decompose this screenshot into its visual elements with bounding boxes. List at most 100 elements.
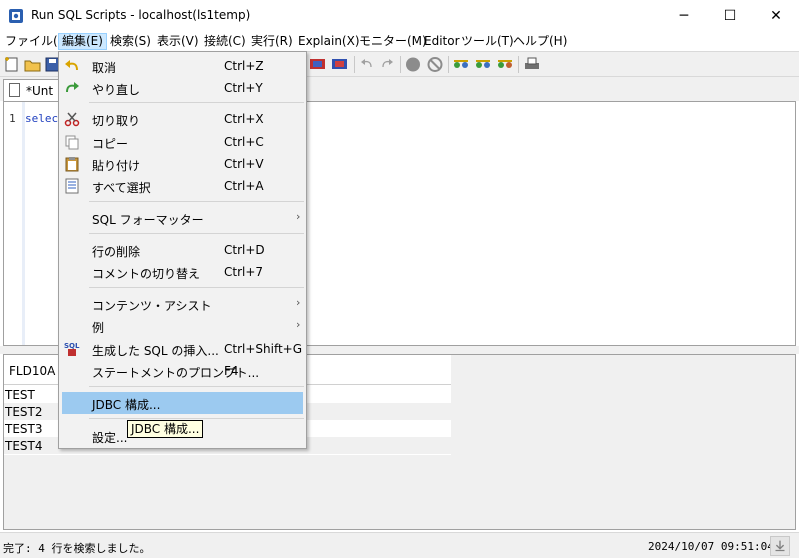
menu-view[interactable]: 表示(V) (154, 33, 202, 50)
minimize-button[interactable]: ─ (661, 0, 707, 32)
menu-item-label: 生成した SQL の挿入... (92, 344, 219, 358)
menu-item-cut[interactable]: 切り取り Ctrl+X (59, 108, 306, 130)
menu-item-copy[interactable]: コピー Ctrl+C (59, 131, 306, 153)
menu-item-label: 例 (92, 321, 105, 335)
explain-icon[interactable] (309, 56, 327, 73)
menu-item-shortcut: Ctrl+C (224, 135, 264, 149)
menu-item-toggle-comment[interactable]: コメントの切り替え Ctrl+7 (59, 261, 306, 283)
column-header-label: FLD10A (9, 364, 56, 378)
menu-item-shortcut: Ctrl+A (224, 179, 264, 193)
menu-item-label: コンテンツ・アシスト (92, 299, 212, 313)
menu-item-examples[interactable]: 例 › (59, 315, 306, 337)
app-icon (9, 9, 23, 23)
menu-item-shortcut: Ctrl+Shift+G (224, 342, 303, 356)
paste-icon (65, 157, 79, 172)
menu-item-shortcut: Ctrl+D (224, 243, 265, 257)
menu-monitor[interactable]: モニター(M) (356, 33, 430, 50)
close-button[interactable]: ✕ (753, 0, 799, 32)
menu-item-label: すべて選択 (92, 181, 151, 195)
code-margin (22, 102, 25, 345)
table-cell: TEST3 (5, 422, 43, 436)
menu-item-insert-generated-sql[interactable]: SQL 生成した SQL の挿入... Ctrl+Shift+G (59, 338, 306, 360)
open-folder-icon[interactable] (24, 56, 42, 73)
menu-explain[interactable]: Explain(X) (295, 33, 363, 50)
menu-tools[interactable]: ツール(T) (458, 33, 517, 50)
menu-item-statement-prompt[interactable]: ステートメントのプロンプト... F4 (59, 360, 306, 382)
redo-toolbar-icon[interactable] (378, 56, 396, 73)
toolbar-separator (400, 56, 401, 73)
sql-icon-text: SQL (64, 342, 80, 350)
menu-separator (89, 102, 304, 103)
menu-run[interactable]: 実行(R) (248, 33, 296, 50)
submenu-arrow-icon: › (296, 296, 301, 309)
menu-bar: ファイル(F) 編集(E) 検索(S) 表示(V) 接続(C) 実行(R) Ex… (0, 32, 799, 51)
edit-menu-dropdown: 取消 Ctrl+Z やり直し Ctrl+Y 切り取り Ctrl+X コピー Ct… (58, 51, 307, 449)
submenu-arrow-icon: › (296, 318, 301, 331)
menu-separator (89, 287, 304, 288)
document-icon (9, 83, 20, 97)
status-message: 完了: 4 行を検索しました。 (3, 542, 151, 555)
menu-help[interactable]: ヘルプ(H) (510, 33, 570, 50)
menu-separator (89, 201, 304, 202)
print-icon[interactable] (523, 56, 541, 73)
menu-item-label: 取消 (92, 61, 117, 75)
menu-item-label: SQL フォーマッター (92, 213, 204, 227)
menu-search[interactable]: 検索(S) (107, 33, 154, 50)
undo-toolbar-icon[interactable] (358, 56, 376, 73)
run-all-icon[interactable] (452, 56, 470, 73)
menu-separator (89, 386, 304, 387)
menu-separator (89, 233, 304, 234)
menu-item-shortcut: Ctrl+X (224, 112, 264, 126)
table-cell: TEST4 (5, 439, 43, 453)
menu-separator (89, 418, 304, 419)
explain-run-icon[interactable] (331, 56, 349, 73)
download-icon[interactable] (770, 536, 790, 556)
menu-item-redo[interactable]: やり直し Ctrl+Y (59, 77, 306, 99)
menu-item-undo[interactable]: 取消 Ctrl+Z (59, 55, 306, 77)
table-cell: TEST (5, 388, 35, 402)
maximize-button[interactable]: ☐ (707, 0, 753, 32)
menu-item-jdbc-config[interactable]: JDBC 構成... (62, 392, 303, 414)
menu-item-label: 設定... (92, 431, 128, 445)
table-cell: TEST2 (5, 405, 43, 419)
line-number: 1 (9, 112, 16, 125)
title-bar: Run SQL Scripts - localhost(ls1temp) ─ ☐… (0, 0, 799, 32)
menu-item-label: 行の削除 (92, 245, 141, 259)
menu-item-delete-line[interactable]: 行の削除 Ctrl+D (59, 239, 306, 261)
menu-editor[interactable]: Editor (421, 33, 463, 50)
menu-item-label: 切り取り (92, 114, 141, 128)
sql-insert-icon: SQL (64, 342, 80, 356)
run-from-cursor-icon[interactable] (474, 56, 492, 73)
menu-item-label: コメントの切り替え (92, 267, 201, 281)
cancel-icon[interactable] (426, 56, 444, 73)
menu-item-shortcut: Ctrl+Y (224, 81, 263, 95)
cut-icon (64, 112, 80, 127)
menu-item-shortcut: F4 (224, 364, 239, 378)
menu-edit[interactable]: 編集(E) (58, 33, 107, 50)
new-file-icon[interactable] (3, 56, 21, 73)
menu-connect[interactable]: 接続(C) (201, 33, 249, 50)
line-number-gutter: 1 (4, 102, 22, 345)
stop-icon[interactable] (404, 56, 422, 73)
menu-item-sql-formatter[interactable]: SQL フォーマッター › (59, 207, 306, 229)
menu-item-label: コピー (92, 137, 129, 151)
toolbar-separator (518, 56, 519, 73)
select-all-icon (65, 178, 79, 194)
menu-item-label: JDBC 構成... (92, 398, 161, 412)
menu-item-content-assist[interactable]: コンテンツ・アシスト › (59, 293, 306, 315)
editor-tab-label: *Unt i (26, 84, 61, 98)
toolbar-separator (448, 56, 449, 73)
menu-item-shortcut: Ctrl+V (224, 157, 264, 171)
menu-item-label: やり直し (92, 83, 141, 97)
tooltip: JDBC 構成... (127, 420, 204, 438)
menu-item-paste[interactable]: 貼り付け Ctrl+V (59, 153, 306, 175)
menu-item-label: 貼り付け (92, 159, 141, 173)
redo-icon (66, 82, 79, 93)
editor-tab[interactable]: *Unt i (3, 79, 63, 101)
status-timestamp: 2024/10/07 09:51:04 (648, 540, 774, 553)
undo-icon (65, 60, 78, 71)
menu-item-select-all[interactable]: すべて選択 Ctrl+A (59, 175, 306, 197)
copy-icon (65, 135, 79, 150)
run-selected-icon[interactable] (496, 56, 514, 73)
menu-item-shortcut: Ctrl+7 (224, 265, 264, 279)
